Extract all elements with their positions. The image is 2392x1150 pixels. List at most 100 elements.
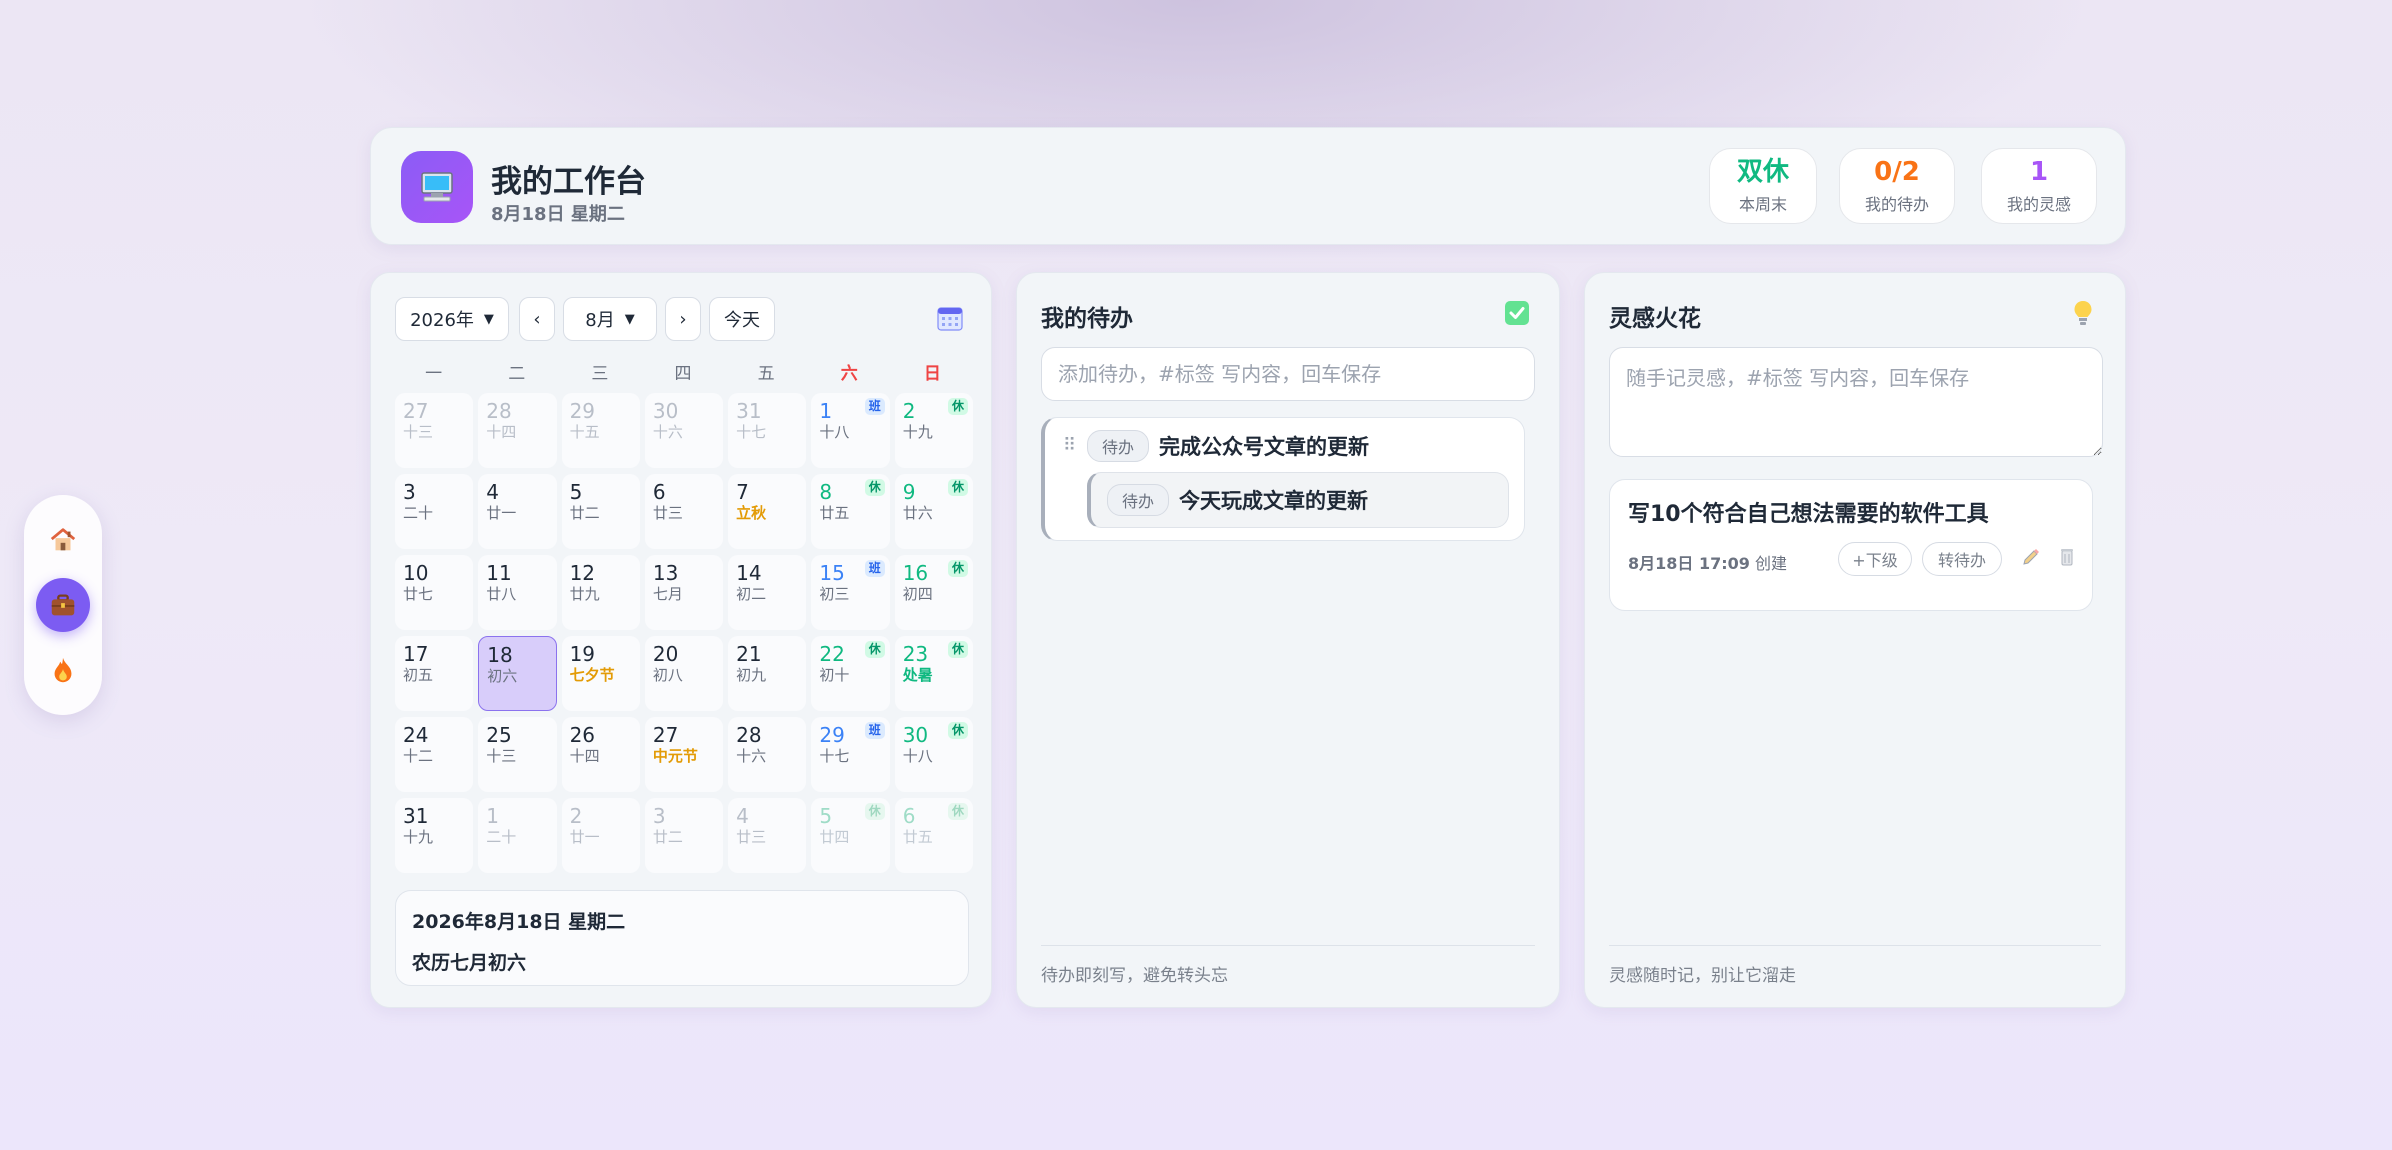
todo-subitem[interactable]: 待办 今天玩成文章的更新: [1087, 472, 1509, 528]
calendar-day[interactable]: 6 廿五休: [894, 798, 973, 873]
calendar-day[interactable]: 17 初五: [395, 636, 474, 711]
prev-month-button[interactable]: ‹: [519, 297, 555, 341]
calendar-day[interactable]: 4 廿一: [478, 474, 557, 549]
weekday-label: 三: [591, 364, 609, 384]
calendar-day[interactable]: 2 廿一: [561, 798, 640, 873]
todo-item[interactable]: ⠿ 待办 完成公众号文章的更新 待办 今天玩成文章的更新: [1041, 417, 1525, 541]
todo-input[interactable]: [1041, 347, 1535, 401]
todo-status-tag[interactable]: 待办: [1107, 484, 1170, 516]
calendar-day[interactable]: 28 十四: [478, 393, 557, 468]
calendar-day[interactable]: 8 廿五休: [811, 474, 890, 549]
calendar-day[interactable]: 24 十二: [395, 717, 474, 792]
todo-panel: 我的待办 ⠿ 待办 完成公众号文章的更新 待办 今天玩成文章的更新 待办即刻写，…: [1016, 272, 1560, 1008]
calendar-day[interactable]: 27 十三: [395, 393, 474, 468]
idea-input[interactable]: [1609, 347, 2103, 457]
year-select[interactable]: 2026年 ▼: [395, 297, 509, 341]
calendar-day[interactable]: 29 十五: [561, 393, 640, 468]
calendar-day[interactable]: 20 初八: [644, 636, 724, 711]
calendar-day[interactable]: 3 廿二: [644, 798, 724, 873]
calendar-day[interactable]: 10 廿七: [395, 555, 474, 630]
calendar-day[interactable]: 1 十八班: [811, 393, 890, 468]
calendar-day[interactable]: 14 初二: [728, 555, 807, 630]
drag-handle-icon[interactable]: ⠿: [1063, 435, 1076, 456]
todo-status-tag[interactable]: 待办: [1087, 430, 1150, 462]
stat-ideas[interactable]: 1 我的灵感: [1981, 148, 2097, 224]
side-dock: [24, 495, 102, 715]
stat-weekend[interactable]: 双休 本周末: [1709, 148, 1817, 224]
dock-idea-button[interactable]: [36, 643, 90, 697]
calendar-day[interactable]: 22 初十休: [811, 636, 890, 711]
stat-value: 0/2: [1874, 157, 1920, 187]
lunar-date: 二十: [403, 504, 434, 522]
selected-day-info: 2026年8月18日 星期二 农历七月初六: [395, 890, 969, 986]
workday-badge: 班: [864, 560, 885, 577]
add-subitem-button[interactable]: +下级: [1838, 542, 1912, 576]
lunar-date: 廿五: [902, 828, 933, 846]
calendar-day[interactable]: 9 廿六休: [894, 474, 973, 549]
lunar-date: 廿八: [486, 585, 517, 603]
idea-item[interactable]: 写10个符合自己想法需要的软件工具 8月18日 17:09 创建 +下级 转待办: [1609, 479, 2093, 611]
calendar-icon[interactable]: [937, 305, 963, 331]
calendar-day[interactable]: 5 廿四休: [811, 798, 890, 873]
computer-icon: [421, 172, 453, 202]
selected-lunar-date: 农历七月初六: [412, 952, 527, 974]
app-logo: [401, 151, 473, 223]
day-number: 24: [403, 723, 429, 747]
day-number: 26: [569, 723, 596, 747]
calendar-day[interactable]: 4 廿三: [728, 798, 807, 873]
calendar-day[interactable]: 29 十七班: [811, 717, 890, 792]
calendar-day[interactable]: 19 七夕节: [561, 636, 640, 711]
calendar-day[interactable]: 31 十七: [728, 393, 807, 468]
calendar-day[interactable]: 1 二十: [478, 798, 557, 873]
calendar-day[interactable]: 15 初三班: [811, 555, 890, 630]
chevron-left-icon: ‹: [533, 308, 541, 330]
calendar-day[interactable]: 28 十六: [728, 717, 807, 792]
holiday-badge: 休: [947, 398, 968, 415]
day-number: 28: [486, 399, 512, 423]
next-month-button[interactable]: ›: [665, 297, 701, 341]
calendar-day[interactable]: 31 十九: [395, 798, 474, 873]
calendar-day[interactable]: 26 十四: [561, 717, 640, 792]
edit-pencil-icon[interactable]: [2020, 546, 2042, 568]
calendar-day[interactable]: 13 七月: [644, 555, 724, 630]
stat-todos[interactable]: 0/2 我的待办: [1839, 148, 1955, 224]
calendar-day[interactable]: 7 立秋: [728, 474, 807, 549]
calendar-day[interactable]: 2 十九休: [894, 393, 973, 468]
trash-icon[interactable]: [2056, 546, 2078, 568]
calendar-day[interactable]: 5 廿二: [561, 474, 640, 549]
month-select[interactable]: 8月 ▼: [563, 297, 657, 341]
holiday-badge: 休: [864, 641, 885, 658]
briefcase-icon: [51, 594, 75, 616]
calendar-day[interactable]: 30 十六: [644, 393, 724, 468]
day-number: 10: [403, 561, 429, 585]
footer-divider: [1609, 945, 2101, 946]
chevron-down-icon: ▼: [624, 311, 635, 327]
lunar-date: 十九: [403, 828, 434, 846]
calendar-day[interactable]: 25 十三: [478, 717, 557, 792]
day-number: 27: [403, 399, 429, 423]
day-number: 5: [569, 480, 583, 504]
calendar-day[interactable]: 30 十八休: [894, 717, 973, 792]
lunar-date: 初十: [819, 666, 850, 684]
calendar-day[interactable]: 11 廿八: [478, 555, 557, 630]
lunar-date: 十七: [736, 423, 767, 441]
page-title: 我的工作台: [491, 164, 646, 200]
calendar-day-today[interactable]: 18 初六: [478, 636, 557, 711]
idea-item-text: 写10个符合自己想法需要的软件工具: [1628, 502, 1989, 527]
calendar-day[interactable]: 12 廿九: [561, 555, 640, 630]
calendar-day[interactable]: 23 处暑休: [894, 636, 973, 711]
convert-to-todo-button[interactable]: 转待办: [1922, 542, 2002, 576]
lunar-date: 初九: [736, 666, 767, 684]
dock-work-button[interactable]: [36, 578, 90, 632]
calendar-day[interactable]: 3 二十: [395, 474, 474, 549]
calendar-day[interactable]: 6 廿三: [644, 474, 724, 549]
todo-item-text: 今天玩成文章的更新: [1179, 489, 1369, 513]
today-button[interactable]: 今天: [709, 297, 775, 341]
calendar-day[interactable]: 27 中元节: [644, 717, 724, 792]
dock-home-button[interactable]: [36, 513, 90, 567]
workday-badge: 班: [864, 398, 885, 415]
calendar-day[interactable]: 21 初九: [728, 636, 807, 711]
lunar-date: 七月: [652, 585, 683, 603]
festival-label: 中元节: [652, 747, 698, 765]
calendar-day[interactable]: 16 初四休: [894, 555, 973, 630]
